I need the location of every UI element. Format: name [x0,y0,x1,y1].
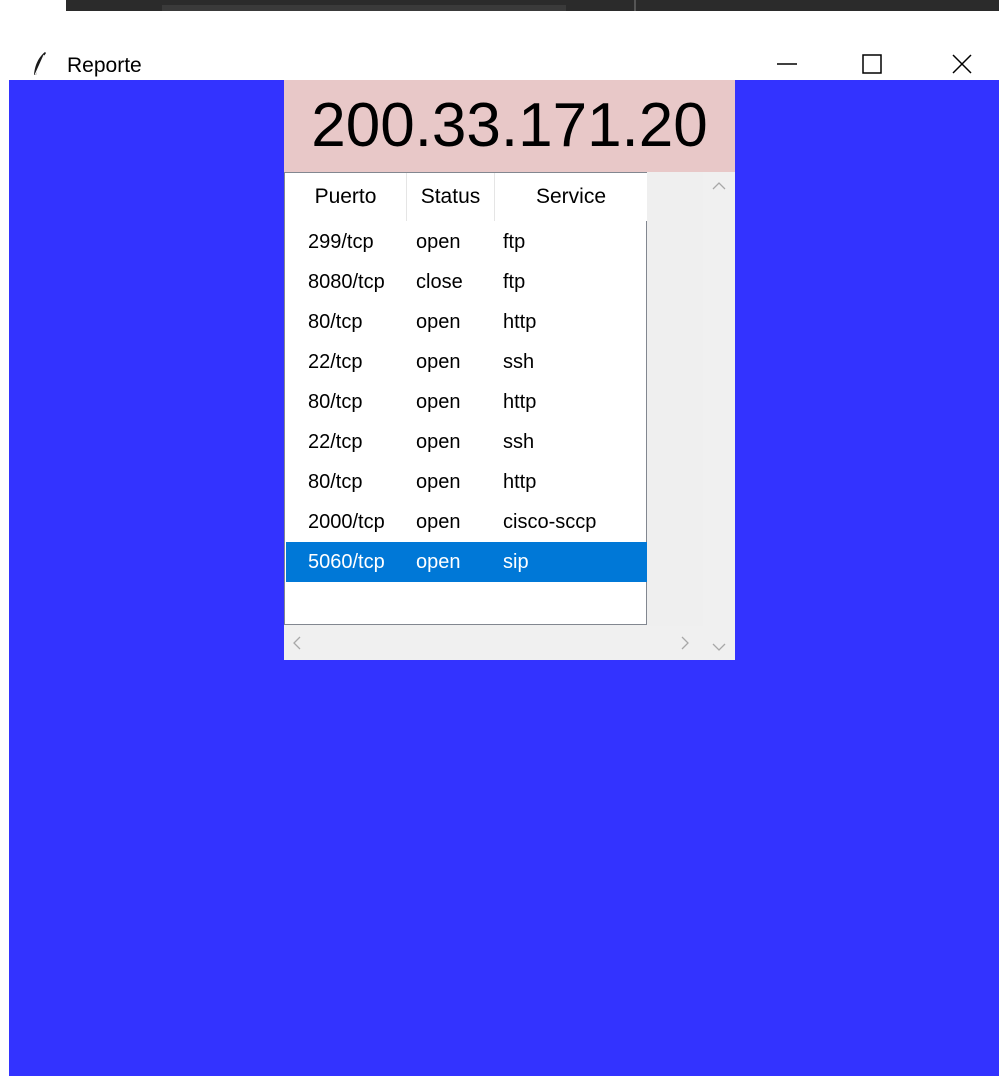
status-cell: open [416,551,461,573]
status-cell: open [416,231,461,253]
table-row[interactable]: 8080/tcp close ftp [286,262,647,302]
port-cell: 80/tcp [308,471,363,493]
service-cell: sip [503,551,529,573]
service-cell: ftp [503,271,526,293]
feather-icon [32,51,48,82]
port-cell: 8080/tcp [308,271,385,293]
ports-treeview[interactable]: Puerto Status Service 299/tcp open ftp 8… [284,172,647,625]
table-row[interactable]: 80/tcp open http [286,302,647,342]
status-cell: open [416,471,461,493]
status-cell: close [416,271,463,293]
table-row[interactable]: 22/tcp open ssh [286,342,647,382]
service-cell: http [503,391,537,413]
minimize-icon [776,53,798,80]
port-cell: 299/tcp [308,231,374,253]
chevron-down-icon[interactable] [712,639,726,657]
close-icon [951,53,973,80]
maximize-icon [861,53,883,80]
column-header-puerto[interactable]: Puerto [285,173,407,221]
column-header-status[interactable]: Status [407,173,495,221]
background-window-edge [66,0,999,11]
table-row[interactable]: 80/tcp open http [286,462,647,502]
title-bar[interactable]: Reporte [0,18,999,80]
port-cell: 2000/tcp [308,511,385,533]
table-row-selected[interactable]: 5060/tcp open sip [286,542,647,582]
ip-address-label: 200.33.171.20 [284,80,735,172]
port-cell: 5060/tcp [308,551,385,573]
status-cell: open [416,511,461,533]
service-cell: ssh [503,351,535,373]
chevron-up-icon[interactable] [712,178,726,196]
window-title: Reporte [67,54,142,77]
status-cell: open [416,311,461,333]
column-header-service[interactable]: Service [495,173,647,221]
chevron-right-icon[interactable] [680,636,690,655]
service-cell: http [503,471,537,493]
service-cell: ftp [503,231,526,253]
table-row[interactable]: 80/tcp open http [286,382,647,422]
vertical-scrollbar[interactable] [703,172,735,660]
chevron-left-icon[interactable] [292,636,302,655]
status-cell: open [416,351,461,373]
status-cell: open [416,391,461,413]
status-cell: open [416,431,461,453]
table-row[interactable]: 22/tcp open ssh [286,422,647,462]
port-cell: 22/tcp [308,351,363,373]
background-taskbar-strip [0,0,999,18]
table-row[interactable]: 2000/tcp open cisco-sccp [286,502,647,542]
port-cell: 80/tcp [308,311,363,333]
port-cell: 80/tcp [308,391,363,413]
port-cell: 22/tcp [308,431,363,453]
horizontal-scrollbar[interactable] [284,626,703,660]
service-cell: ssh [503,431,535,453]
service-cell: http [503,311,537,333]
table-row[interactable]: 299/tcp open ftp [286,222,647,262]
service-cell: cisco-sccp [503,511,597,533]
